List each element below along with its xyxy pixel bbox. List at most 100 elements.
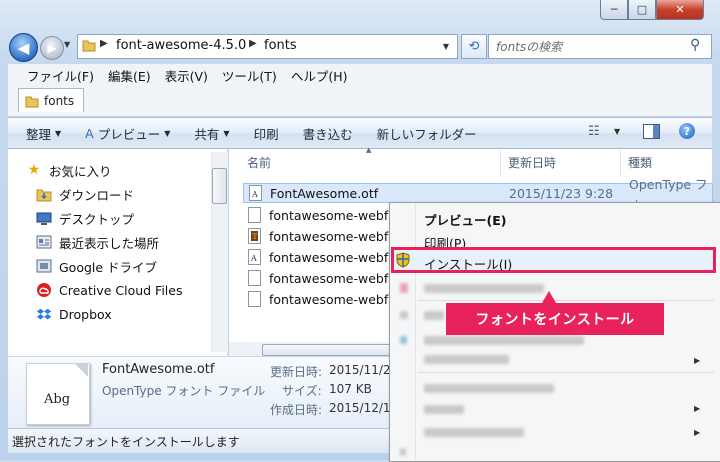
uac-shield-icon: [395, 252, 411, 271]
tab-fonts[interactable]: fonts: [18, 88, 84, 112]
details-modified-value: 2015/11/2: [329, 363, 391, 377]
obscured-menu-item[interactable]: [424, 336, 584, 345]
file-name: FontAwesome.otf: [270, 185, 379, 201]
caption-buttons: ─ □ ✕: [600, 0, 712, 20]
nav-item-label: Google ドライブ: [59, 259, 158, 275]
maximize-button[interactable]: □: [628, 0, 656, 20]
file-row[interactable]: T fontawesome-webfont: [243, 226, 409, 246]
creative-cloud-icon: [36, 282, 52, 298]
refresh-icon: ⟲: [468, 39, 480, 54]
obscured-menu-item[interactable]: [424, 311, 444, 320]
document-icon: [247, 207, 263, 223]
nav-item-recent-places[interactable]: 最近表示した場所: [36, 231, 159, 253]
nav-item-label: ダウンロード: [59, 187, 135, 203]
preview-label: プレビュー: [97, 126, 161, 142]
document-icon: [247, 270, 263, 286]
view-options-icon[interactable]: ☷: [588, 124, 600, 139]
breadcrumb-item[interactable]: fonts: [264, 38, 297, 53]
menu-file[interactable]: ファイル(F): [20, 66, 101, 85]
organize-label: 整理: [26, 126, 52, 142]
search-icon[interactable]: ⚲: [690, 37, 700, 53]
details-size-label: サイズ:: [282, 384, 322, 398]
breadcrumb-item[interactable]: font-awesome-4.5.0: [116, 38, 246, 53]
refresh-button[interactable]: ⟲: [461, 34, 487, 59]
new-folder-button[interactable]: 新しいフォルダー: [365, 124, 489, 143]
file-row[interactable]: fontawesome-webfont: [243, 205, 409, 225]
svg-text:A: A: [251, 190, 258, 199]
menu-help[interactable]: ヘルプ(H): [284, 66, 355, 85]
forward-button[interactable]: ▶: [40, 36, 64, 60]
file-row-selected[interactable]: A FontAwesome.otf 2015/11/23 9:28 OpenTy…: [243, 177, 713, 211]
breadcrumb-arrow-icon[interactable]: ▶: [100, 38, 108, 49]
obscured-menu-icon: [400, 336, 407, 344]
file-name: fontawesome-webfont: [269, 270, 409, 286]
context-preview[interactable]: プレビュー(E): [424, 210, 506, 229]
preview-button[interactable]: A プレビュー ▼: [73, 124, 182, 143]
details-created-value: 2015/12/1: [329, 401, 391, 415]
chevron-down-icon[interactable]: ▼: [614, 127, 620, 136]
nav-item-dropbox[interactable]: Dropbox: [36, 303, 112, 325]
details-modified-label: 更新日時:: [270, 365, 323, 379]
file-row[interactable]: fontawesome-webfont: [243, 289, 409, 309]
install-callout: フォントをインストール: [446, 303, 664, 335]
star-icon: ★: [27, 162, 41, 178]
google-drive-icon: [36, 258, 52, 274]
menu-tools[interactable]: ツール(T): [215, 66, 284, 85]
obscured-menu-icon: [400, 448, 406, 456]
column-divider[interactable]: [500, 149, 501, 177]
file-row[interactable]: fontawesome-webfont: [243, 268, 409, 288]
file-list-scrollbar-thumb[interactable]: [262, 344, 404, 356]
nav-favorites-label: お気に入り: [49, 163, 112, 179]
organize-button[interactable]: 整理 ▼: [14, 124, 73, 143]
menu-view[interactable]: 表示(V): [158, 66, 215, 85]
font-preview-icon: A: [85, 125, 94, 141]
address-history-dropdown[interactable]: ▼: [435, 34, 458, 59]
nav-item-label: Dropbox: [59, 306, 112, 322]
column-divider[interactable]: [620, 149, 621, 177]
menu-edit[interactable]: 編集(E): [101, 66, 158, 85]
obscured-menu-item[interactable]: [424, 355, 509, 364]
file-name: fontawesome-webfont: [269, 207, 409, 223]
tab-row: [8, 86, 712, 116]
nav-favorites[interactable]: ★ お気に入り: [26, 159, 112, 181]
nav-item-label: Creative Cloud Files: [59, 282, 183, 298]
command-bar: 整理 ▼ A プレビュー ▼ 共有 ▼ 印刷 書き込む 新しいフォルダー: [8, 117, 712, 149]
burn-button[interactable]: 書き込む: [291, 124, 365, 143]
breadcrumb-arrow-icon[interactable]: ▶: [249, 38, 257, 49]
context-install[interactable]: インストール(I): [424, 254, 512, 273]
file-row[interactable]: A fontawesome-webfont: [243, 247, 409, 267]
menu-bar: ファイル(F) 編集(E) 表示(V) ツール(T) ヘルプ(H): [8, 64, 712, 86]
recent-places-icon: [36, 234, 52, 250]
recent-pages-dropdown[interactable]: ▼: [64, 40, 70, 49]
column-header-date[interactable]: 更新日時: [508, 154, 556, 171]
obscured-menu-item[interactable]: [424, 428, 524, 437]
share-button[interactable]: 共有 ▼: [182, 124, 241, 143]
details-created-label: 作成日時:: [270, 403, 323, 417]
font-file-icon: A: [248, 185, 264, 201]
tab-label: fonts: [44, 93, 75, 108]
status-text: 選択されたフォントをインストールします: [12, 435, 240, 449]
nav-scrollbar-thumb[interactable]: [212, 168, 227, 204]
print-button[interactable]: 印刷: [242, 124, 291, 143]
page-fold-icon: [74, 363, 88, 377]
close-button[interactable]: ✕: [656, 0, 704, 20]
obscured-menu-item[interactable]: [424, 284, 544, 293]
submenu-arrow-icon: ▶: [694, 356, 701, 365]
nav-item-creative-cloud[interactable]: Creative Cloud Files: [36, 279, 183, 301]
file-date: 2015/11/23 9:28: [509, 185, 614, 201]
obscured-menu-item[interactable]: [424, 384, 554, 393]
minimize-button[interactable]: ─: [600, 0, 628, 20]
details-filename: FontAwesome.otf: [102, 362, 215, 377]
column-header-name[interactable]: 名前: [247, 154, 271, 171]
menu-separator: [418, 372, 714, 373]
nav-item-google-drive[interactable]: Google ドライブ: [36, 255, 157, 277]
back-button[interactable]: ◀: [9, 33, 38, 62]
font-file-icon: A: [247, 249, 263, 265]
obscured-menu-item[interactable]: [424, 405, 464, 414]
help-icon[interactable]: ?: [679, 123, 695, 139]
nav-item-downloads[interactable]: ダウンロード: [36, 183, 134, 205]
column-header-type[interactable]: 種類: [628, 154, 652, 171]
nav-item-desktop[interactable]: デスクトップ: [36, 207, 134, 229]
preview-pane-icon[interactable]: [643, 124, 660, 139]
obscured-menu-icon: [400, 311, 408, 319]
